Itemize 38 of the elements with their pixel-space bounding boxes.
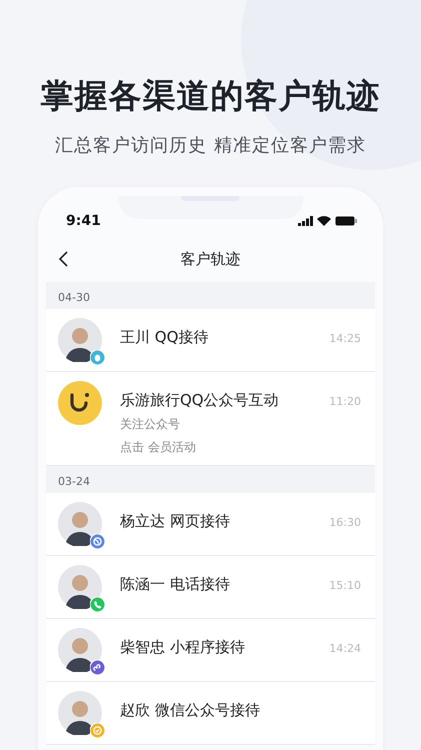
page-title: 客户轨迹 (180, 250, 242, 268)
avatar (58, 691, 102, 735)
item-title: 乐游旅行QQ公众号互动 (120, 391, 280, 410)
list-item[interactable]: 赵欣 微信公众号接待 (46, 682, 375, 745)
item-time: 14:24 (329, 641, 361, 655)
list-item[interactable]: 杨立达 网页接待 16:30 (46, 493, 375, 556)
item-title: 杨立达 网页接待 (120, 512, 231, 531)
date-header: 04-30 (58, 291, 90, 304)
item-title: 柴智忠 小程序接待 (120, 638, 246, 657)
list-item[interactable]: 王川 QQ接待 14:25 (46, 309, 375, 372)
status-time: 9:41 (66, 213, 101, 229)
item-title: 王川 QQ接待 (120, 328, 210, 347)
item-time: 15:10 (329, 578, 361, 592)
check-badge-icon (90, 723, 105, 738)
item-time: 16:30 (329, 515, 361, 529)
globe-icon (90, 534, 105, 549)
avatar (58, 502, 102, 546)
phone-icon (90, 597, 105, 612)
item-time: 11:20 (329, 394, 361, 408)
avatar (58, 565, 102, 609)
link-icon (90, 660, 105, 675)
date-header: 03-24 (58, 475, 90, 488)
signal-icon (298, 216, 313, 226)
list-item[interactable]: 乐游旅行QQ公众号互动 关注公众号 点击 会员活动 11:20 (46, 372, 375, 466)
list-item[interactable]: 陈涵一 电话接待 15:10 (46, 556, 375, 619)
avatar (58, 318, 102, 362)
item-detail: 关注公众号 (120, 416, 181, 433)
wifi-icon (317, 216, 331, 226)
logo-icon (58, 381, 102, 425)
battery-icon (335, 216, 357, 226)
item-title: 陈涵一 电话接待 (120, 575, 231, 594)
headline: 掌握各渠道的客户轨迹 (40, 75, 380, 117)
item-title: 赵欣 微信公众号接待 (120, 701, 261, 720)
item-detail: 点击 会员活动 (120, 439, 197, 456)
item-time: 14:25 (329, 331, 361, 345)
avatar (58, 628, 102, 672)
subtitle: 汇总客户访问历史 精准定位客户需求 (55, 134, 366, 157)
list-item[interactable]: 柴智忠 小程序接待 14:24 (46, 619, 375, 682)
